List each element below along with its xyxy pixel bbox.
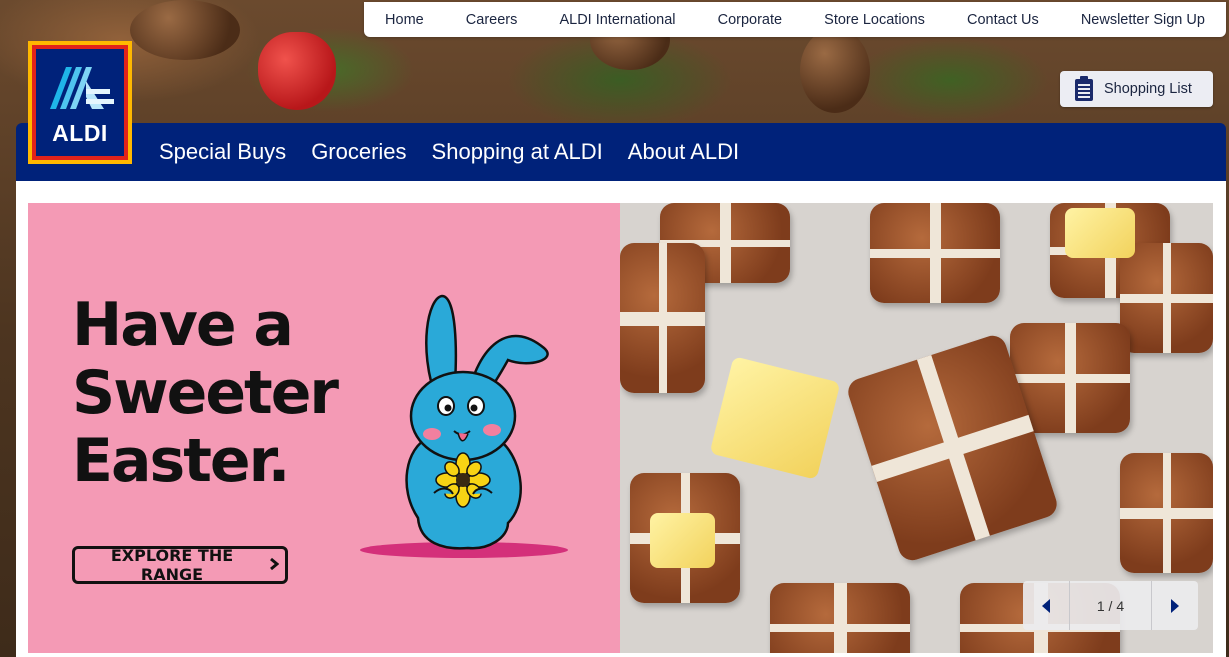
carousel-next-button[interactable] — [1152, 581, 1198, 630]
chevron-right-icon — [269, 556, 280, 575]
butter-graphic — [1065, 208, 1135, 258]
butter-graphic — [709, 356, 841, 480]
headline-line: Have a — [72, 290, 294, 360]
banner-headline: Have a Sweeter Easter. — [72, 291, 392, 495]
caret-left-icon — [1042, 598, 1050, 613]
bun-graphic — [1120, 243, 1213, 353]
carousel-counter: 1 / 4 — [1096, 597, 1125, 614]
banner-promo-panel: Have a Sweeter Easter. EXPLORE THE RANGE — [28, 203, 620, 653]
main-nav-shopping-at-aldi[interactable]: Shopping at ALDI — [432, 139, 603, 165]
nav-link-contact-us[interactable]: Contact Us — [967, 12, 1039, 28]
nav-link-aldi-international[interactable]: ALDI International — [559, 12, 675, 28]
bun-graphic — [620, 243, 705, 393]
strawberry-decoration — [258, 32, 336, 110]
clipboard-icon — [1074, 76, 1094, 102]
easter-bunny-illustration — [360, 294, 568, 558]
nav-link-store-locations[interactable]: Store Locations — [824, 12, 925, 28]
aldi-stripes-graphic — [50, 67, 114, 109]
nav-link-careers[interactable]: Careers — [466, 12, 518, 28]
headline-line: Sweeter — [72, 358, 339, 428]
utility-nav: Home Careers ALDI International Corporat… — [364, 2, 1226, 37]
main-nav-groceries[interactable]: Groceries — [311, 139, 406, 165]
bun-graphic — [770, 583, 910, 653]
nav-link-newsletter[interactable]: Newsletter Sign Up — [1081, 12, 1205, 28]
explore-range-button[interactable]: EXPLORE THE RANGE — [72, 546, 288, 584]
caret-right-icon — [1171, 598, 1179, 613]
main-nav-about-aldi[interactable]: About ALDI — [628, 139, 739, 165]
carousel-controls: 1 / 4 — [1023, 581, 1198, 630]
chocolate-egg-decoration — [800, 28, 870, 113]
explore-range-label: EXPLORE THE RANGE — [110, 546, 234, 584]
nav-link-corporate[interactable]: Corporate — [718, 12, 782, 28]
main-nav: Special Buys Groceries Shopping at ALDI … — [16, 123, 1226, 181]
shopping-list-label: Shopping List — [1104, 81, 1192, 97]
aldi-logo-text: ALDI — [52, 120, 108, 146]
shopping-list-button[interactable]: Shopping List — [1060, 71, 1213, 107]
butter-graphic — [650, 513, 715, 568]
bun-graphic — [870, 203, 1000, 303]
carousel-prev-button[interactable] — [1023, 581, 1069, 630]
headline-line: Easter. — [72, 426, 290, 496]
main-nav-special-buys[interactable]: Special Buys — [159, 139, 286, 165]
nav-link-home[interactable]: Home — [385, 12, 424, 28]
aldi-logo[interactable]: ALDI — [28, 41, 132, 164]
bun-graphic — [1120, 453, 1213, 573]
chocolate-decoration — [130, 0, 240, 60]
